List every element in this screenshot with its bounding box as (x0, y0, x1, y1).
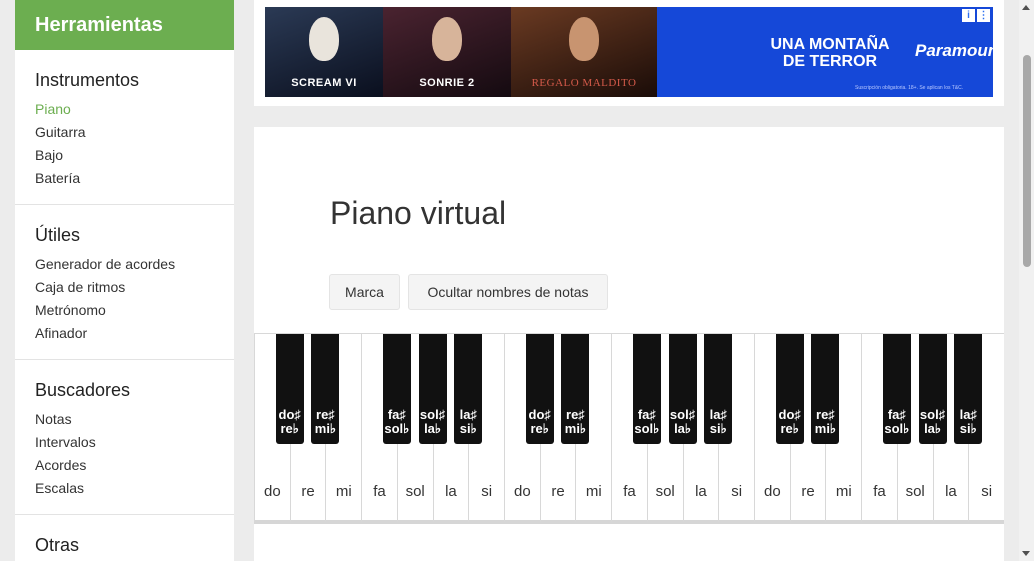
ad-main-panel[interactable]: UNA MONTAÑA DE TERROR Paramount+ Suscrip… (657, 7, 993, 97)
ad-headline-line1: UNA MONTAÑA (770, 36, 890, 53)
black-key-sharp-label: do♯ (778, 407, 801, 422)
black-key-sharp-label: fa♯ (637, 407, 656, 422)
black-key-sharp-label: do♯ (528, 407, 551, 422)
page-title: Piano virtual (330, 195, 507, 231)
black-key-flat-label: re♭ (780, 421, 799, 436)
black-key-sharp-label: do♯ (278, 407, 301, 422)
black-key[interactable]: la♯ si♭ (954, 334, 983, 444)
sidebar-title: Herramientas (15, 0, 234, 50)
ad-panel-regalo[interactable]: REGALO MALDITO (511, 7, 657, 97)
black-key-sharp-label: sol♯ (669, 407, 696, 422)
sidebar-section: Otras (15, 515, 234, 561)
sidebar-item-metrónomo[interactable]: Metrónomo (35, 299, 214, 322)
sidebar-item-batería[interactable]: Batería (35, 167, 214, 190)
marca-button[interactable]: Marca (329, 274, 400, 310)
black-key-sharp-label: la♯ (959, 407, 977, 422)
sidebar-item-generador-de-acordes[interactable]: Generador de acordes (35, 253, 214, 276)
sidebar-section: Buscadores Notas Intervalos Acordes Escalas (15, 360, 234, 515)
black-key[interactable]: la♯ si♭ (454, 334, 483, 444)
black-key-sharp-label: la♯ (459, 407, 477, 422)
black-key-flat-label: sol♭ (634, 421, 660, 436)
ad-panel-label: REGALO MALDITO (531, 77, 637, 89)
black-key-flat-label: mi♭ (564, 421, 587, 436)
sidebar-item-guitarra[interactable]: Guitarra (35, 121, 214, 144)
black-key[interactable]: fa♯ sol♭ (382, 334, 411, 444)
black-key-sharp-label: sol♯ (419, 407, 446, 422)
black-key-sharp-label: sol♯ (919, 407, 946, 422)
black-key-flat-label: mi♭ (314, 421, 337, 436)
sidebar-item-intervalos[interactable]: Intervalos (35, 431, 214, 454)
sidebar-section-heading: Buscadores (35, 380, 131, 400)
sidebar-section: Instrumentos Piano Guitarra Bajo Batería (15, 50, 234, 205)
sidebar-item-acordes[interactable]: Acordes (35, 454, 214, 477)
black-key-flat-label: sol♭ (884, 421, 910, 436)
scroll-down-arrow-icon[interactable] (1022, 551, 1030, 556)
black-key-sharp-label: re♯ (316, 407, 335, 422)
black-key[interactable]: sol♯ la♭ (418, 334, 447, 444)
ghostface-image (309, 17, 339, 61)
ad-banner[interactable]: SCREAM VI SONRIE 2 REGALO MALDITO UNA MO… (265, 7, 993, 97)
sidebar-item-caja-de-ritmos[interactable]: Caja de ritmos (35, 276, 214, 299)
sidebar-section-heading: Otras (35, 535, 80, 555)
black-key-flat-label: si♭ (709, 421, 727, 436)
black-key[interactable]: re♯ mi♭ (561, 334, 590, 444)
hide-note-names-button[interactable]: Ocultar nombres de notas (408, 274, 608, 310)
black-key-flat-label: si♭ (959, 421, 977, 436)
black-key-flat-label: la♭ (924, 421, 942, 436)
ad-menu-icon[interactable]: ⋮ (977, 9, 990, 22)
black-key[interactable]: do♯ re♭ (275, 334, 304, 444)
sidebar-section: Útiles Generador de acordes Caja de ritmos… (15, 205, 234, 360)
sidebar-item-notas[interactable]: Notas (35, 408, 214, 431)
black-key-flat-label: re♭ (530, 421, 549, 436)
black-key-flat-label: mi♭ (814, 421, 837, 436)
ad-headline-line2: DE TERROR (782, 53, 878, 70)
scroll-thumb[interactable] (1023, 55, 1031, 267)
page-scrollbar[interactable] (1019, 0, 1034, 561)
black-key-sharp-label: la♯ (709, 407, 727, 422)
black-key-sharp-label: fa♯ (887, 407, 906, 422)
black-key[interactable]: sol♯ la♭ (918, 334, 947, 444)
actress-face-image (569, 17, 599, 61)
sidebar-item-afinador[interactable]: Afinador (35, 322, 214, 345)
black-key[interactable]: re♯ mi♭ (811, 334, 840, 444)
black-key-flat-label: sol♭ (384, 421, 410, 436)
ad-controls: i ⋮ (962, 9, 990, 22)
sidebar-section-heading: Instrumentos (35, 70, 140, 90)
ad-panel-label: SONRIE 2 (419, 77, 475, 89)
ad-fineprint: Suscripción obligatoria. 18+. Se aplican… (855, 85, 964, 91)
ad-card: SCREAM VI SONRIE 2 REGALO MALDITO UNA MO… (254, 0, 1004, 106)
sidebar-item-escalas[interactable]: Escalas (35, 477, 214, 500)
black-key-sharp-label: re♯ (566, 407, 585, 422)
sidebar-item-bajo[interactable]: Bajo (35, 144, 214, 167)
black-key-sharp-label: re♯ (816, 407, 835, 422)
black-key-flat-label: la♭ (674, 421, 692, 436)
black-key[interactable]: la♯ si♭ (704, 334, 733, 444)
black-key-flat-label: la♭ (424, 421, 442, 436)
black-key-flat-label: re♭ (280, 421, 299, 436)
ad-info-icon[interactable]: i (962, 9, 975, 22)
ad-panel-sonrie[interactable]: SONRIE 2 (383, 7, 511, 97)
black-key[interactable]: sol♯ la♭ (668, 334, 697, 444)
scroll-up-arrow-icon[interactable] (1022, 5, 1030, 10)
sidebar-sections: Instrumentos Piano Guitarra Bajo Batería Útil… (15, 50, 234, 561)
black-key-flat-label: si♭ (459, 421, 477, 436)
smile-face-image (432, 17, 462, 61)
ad-headline: UNA MONTAÑA DE TERROR (755, 36, 905, 70)
paramount-logo: Paramount+ (915, 41, 993, 60)
sidebar-section-heading: Útiles (35, 225, 81, 245)
sidebar: Herramientas Instrumentos Piano Guitarra Ba… (15, 0, 234, 561)
black-key[interactable]: do♯ re♭ (775, 334, 804, 444)
black-key[interactable]: do♯ re♭ (525, 334, 554, 444)
black-key[interactable]: fa♯ sol♭ (632, 334, 661, 444)
black-key[interactable]: fa♯ sol♭ (882, 334, 911, 444)
black-key[interactable]: re♯ mi♭ (311, 334, 340, 444)
piano-keyboard: do re mi fa sol la si do re mi fa sol la si do re mi fa so… (254, 333, 1004, 524)
ad-panel-scream[interactable]: SCREAM VI (265, 7, 383, 97)
ad-panel-label: SCREAM VI (291, 77, 357, 89)
main-card: Piano virtual Marca Ocultar nombres de n… (254, 127, 1004, 561)
black-key-sharp-label: fa♯ (387, 407, 406, 422)
sidebar-item-piano[interactable]: Piano (35, 98, 214, 121)
